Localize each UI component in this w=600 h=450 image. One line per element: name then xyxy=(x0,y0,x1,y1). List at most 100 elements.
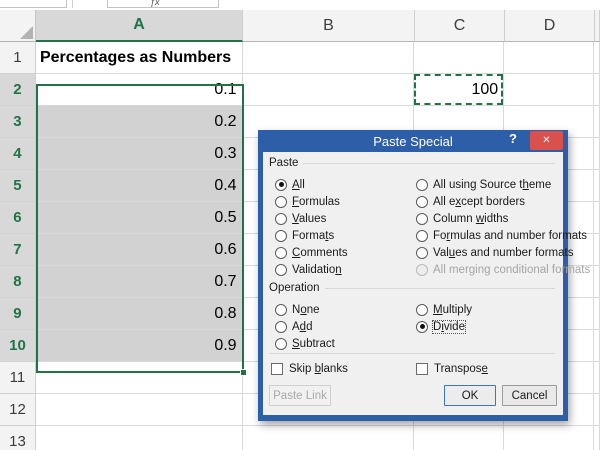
radio-multiply[interactable]: Multiply xyxy=(416,301,472,318)
select-all-corner[interactable] xyxy=(0,10,36,42)
column-header-A[interactable]: A xyxy=(36,10,243,42)
radio-icon xyxy=(416,247,428,259)
cell-C1[interactable] xyxy=(414,42,504,74)
cell-A4[interactable]: 0.3 xyxy=(36,138,243,170)
cell-A8[interactable]: 0.7 xyxy=(36,266,243,298)
formula-input-remnant xyxy=(107,0,219,8)
radio-icon xyxy=(275,304,287,316)
radio-all-using-source-theme[interactable]: All using Source theme xyxy=(416,176,590,193)
radio-values[interactable]: Values xyxy=(275,210,348,227)
cell-partial-2[interactable] xyxy=(594,74,600,106)
cell-A5[interactable]: 0.4 xyxy=(36,170,243,202)
cancel-button[interactable]: Cancel xyxy=(502,385,557,406)
row-header-12[interactable]: 12 xyxy=(0,394,36,426)
cell-B13[interactable] xyxy=(243,426,415,450)
fx-icon: ƒx xyxy=(150,0,160,7)
cell-C13[interactable] xyxy=(414,426,504,450)
row-header-5[interactable]: 5 xyxy=(0,170,36,202)
cell-C2[interactable]: 100 xyxy=(414,74,504,106)
cell-partial-6[interactable] xyxy=(594,202,600,234)
group-rule xyxy=(303,163,555,164)
cell-partial-9[interactable] xyxy=(594,298,600,330)
row-header-3[interactable]: 3 xyxy=(0,106,36,138)
ok-button[interactable]: OK xyxy=(444,385,496,406)
radio-comments[interactable]: Comments xyxy=(275,244,348,261)
column-header-C[interactable]: C xyxy=(415,10,505,42)
cell-A10[interactable]: 0.9 xyxy=(36,330,243,362)
checkbox-transpose[interactable]: Transpose xyxy=(416,360,488,377)
separator xyxy=(269,353,555,354)
row-header-10[interactable]: 10 xyxy=(0,330,36,362)
row-header-6[interactable]: 6 xyxy=(0,202,36,234)
radio-icon xyxy=(416,304,428,316)
row-header-2[interactable]: 2 xyxy=(0,74,36,106)
paste-group-label: Paste xyxy=(269,157,555,169)
cell-partial-3[interactable] xyxy=(594,106,600,138)
cell-D1[interactable] xyxy=(504,42,594,74)
cell-A13[interactable] xyxy=(36,426,243,450)
row-header-13[interactable]: 13 xyxy=(0,426,36,450)
cell-partial-11[interactable] xyxy=(594,362,600,394)
option-label: All merging conditional formats xyxy=(433,264,590,276)
cell-A6[interactable]: 0.5 xyxy=(36,202,243,234)
close-icon: ✕ xyxy=(542,136,550,146)
column-header-partial[interactable] xyxy=(595,10,600,42)
cell-A12[interactable] xyxy=(36,394,243,426)
cell-D13[interactable] xyxy=(504,426,594,450)
cell-partial-8[interactable] xyxy=(594,266,600,298)
row-header-11[interactable]: 11 xyxy=(0,362,36,394)
close-button[interactable]: ✕ xyxy=(530,131,563,150)
cell-partial-5[interactable] xyxy=(594,170,600,202)
transpose-area: Transpose xyxy=(416,360,488,377)
cell-B1[interactable] xyxy=(243,42,415,74)
radio-validation[interactable]: Validation xyxy=(275,261,348,278)
radio-subtract[interactable]: Subtract xyxy=(275,335,335,352)
column-header-D[interactable]: D xyxy=(505,10,595,42)
option-label: Formulas and number formats xyxy=(433,230,587,242)
cell-A7[interactable]: 0.6 xyxy=(36,234,243,266)
cell-partial-1[interactable] xyxy=(594,42,600,74)
cell-partial-13[interactable] xyxy=(594,426,600,450)
fill-handle[interactable] xyxy=(240,369,247,376)
checkbox-skip-blanks[interactable]: Skip blanks xyxy=(271,360,348,377)
dialog-titlebar[interactable]: Paste Special ? ✕ xyxy=(263,130,563,152)
radio-divide[interactable]: Divide xyxy=(416,318,472,335)
radio-formulas-and-number-formats[interactable]: Formulas and number formats xyxy=(416,227,590,244)
divider xyxy=(72,0,73,8)
radio-none[interactable]: None xyxy=(275,301,335,318)
radio-all-except-borders[interactable]: All except borders xyxy=(416,193,590,210)
cell-partial-7[interactable] xyxy=(594,234,600,266)
help-button[interactable]: ? xyxy=(509,131,517,146)
radio-icon xyxy=(275,213,287,225)
radio-icon xyxy=(275,321,287,333)
cell-B2[interactable] xyxy=(243,74,415,106)
cell-A2[interactable]: 0.1 xyxy=(36,74,243,106)
radio-icon xyxy=(275,338,287,350)
row-header-9[interactable]: 9 xyxy=(0,298,36,330)
radio-column-widths[interactable]: Column widths xyxy=(416,210,590,227)
cell-D2[interactable] xyxy=(504,74,594,106)
row-header-1[interactable]: 1 xyxy=(0,42,36,74)
option-label: Subtract xyxy=(292,338,335,350)
radio-values-and-number-formats[interactable]: Values and number formats xyxy=(416,244,590,261)
option-label: All except borders xyxy=(433,196,525,208)
radio-icon xyxy=(416,264,428,276)
cell-A11[interactable] xyxy=(36,362,243,394)
option-label: Comments xyxy=(292,247,348,259)
cell-A9[interactable]: 0.8 xyxy=(36,298,243,330)
radio-formulas[interactable]: Formulas xyxy=(275,193,348,210)
radio-formats[interactable]: Formats xyxy=(275,227,348,244)
cell-A1[interactable]: Percentages as Numbers xyxy=(36,42,243,74)
cell-A3[interactable]: 0.2 xyxy=(36,106,243,138)
cell-partial-10[interactable] xyxy=(594,330,600,362)
option-label: Add xyxy=(292,321,312,333)
row-header-7[interactable]: 7 xyxy=(0,234,36,266)
cell-partial-4[interactable] xyxy=(594,138,600,170)
row-header-4[interactable]: 4 xyxy=(0,138,36,170)
radio-all[interactable]: All xyxy=(275,176,348,193)
option-label: Multiply xyxy=(433,304,472,316)
radio-add[interactable]: Add xyxy=(275,318,335,335)
cell-partial-12[interactable] xyxy=(594,394,600,426)
column-header-B[interactable]: B xyxy=(243,10,415,42)
row-header-8[interactable]: 8 xyxy=(0,266,36,298)
